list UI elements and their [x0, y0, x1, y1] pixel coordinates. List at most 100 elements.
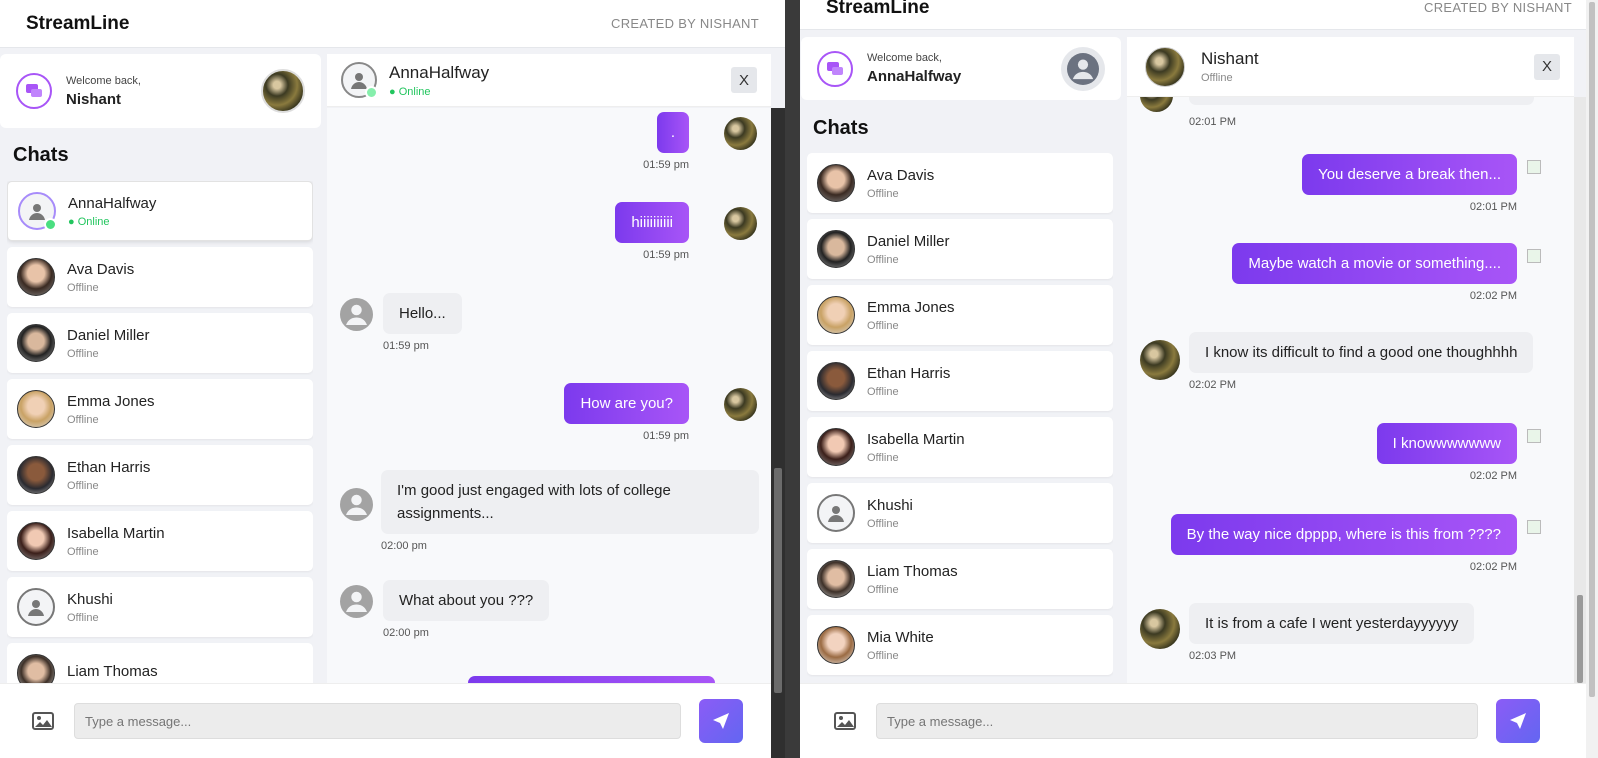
contact-name: Isabella Martin	[867, 430, 965, 448]
contact-avatar	[817, 362, 855, 400]
image-upload-icon[interactable]	[30, 710, 56, 732]
message-time: 01:59 pm	[643, 430, 689, 442]
contact-name: Daniel Miller	[67, 326, 150, 344]
contact-status: Offline	[867, 319, 899, 332]
contact-item-liam-thomas[interactable]: Liam Thomas Offline	[807, 549, 1113, 609]
contact-avatar	[17, 258, 55, 296]
scrollbar-thumb[interactable]	[1577, 595, 1583, 683]
contact-name: Ethan Harris	[67, 458, 151, 476]
message-incoming: I know its difficult to find a good one …	[1189, 332, 1534, 391]
welcome-card: Welcome back, Nishant	[0, 54, 321, 128]
contact-item-liam-thomas[interactable]: Liam Thomas	[7, 643, 313, 683]
contact-item-khushi[interactable]: Khushi Offline	[807, 483, 1113, 543]
online-indicator	[365, 86, 378, 99]
send-button[interactable]	[699, 699, 743, 743]
contact-avatar	[817, 428, 855, 466]
contact-item-ethan-harris[interactable]: Ethan Harris Offline	[7, 445, 313, 505]
contact-name: Liam Thomas	[67, 662, 158, 680]
message-input-bar	[0, 683, 771, 758]
close-chat-button[interactable]: X	[1534, 53, 1560, 80]
contact-status: Offline	[867, 253, 899, 266]
contact-item-isabella-martin[interactable]: Isabella Martin Offline	[7, 511, 313, 571]
chat-scrollbar[interactable]	[1574, 97, 1586, 683]
brand-logo[interactable]: StreamLine	[826, 0, 929, 19]
message-input[interactable]	[876, 703, 1478, 739]
message-bubble: Maybe watch a movie or something....	[1232, 243, 1517, 284]
contact-item-daniel-miller[interactable]: Daniel Miller Offline	[7, 313, 313, 373]
message-outgoing: How are you? 01:59 pm	[564, 383, 689, 442]
message-incoming: Hello... 01:59 pm	[383, 293, 462, 352]
contact-item-mia-white[interactable]: Mia White Offline	[807, 615, 1113, 675]
contact-name: Ava Davis	[867, 166, 935, 184]
message-time: 02:02 PM	[1469, 561, 1517, 573]
message-outgoing: Maybe watch a movie or something.... 02:…	[1232, 243, 1517, 302]
contact-name: Ava Davis	[67, 260, 135, 278]
contact-status: Offline	[867, 385, 899, 398]
online-indicator	[44, 218, 57, 231]
contact-status: Offline	[67, 347, 99, 360]
contact-name: Daniel Miller	[867, 232, 950, 250]
contact-item-ethan-harris[interactable]: Ethan Harris Offline	[807, 351, 1113, 411]
sender-avatar	[1140, 97, 1173, 112]
chat-header: AnnaHalfway ● Online X	[327, 54, 771, 107]
message-input[interactable]	[74, 703, 681, 739]
contact-item-emma-jones[interactable]: Emma Jones Offline	[807, 285, 1113, 345]
message-time: 02:00 pm	[381, 540, 427, 552]
sender-avatar	[1140, 609, 1180, 649]
contact-avatar	[17, 654, 55, 683]
user-avatar[interactable]	[1061, 46, 1105, 91]
chat-app-icon	[16, 73, 52, 109]
contact-status: Offline	[67, 479, 99, 492]
left-browser-pane: StreamLine CREATED BY NISHANT Welcome ba…	[0, 0, 785, 758]
image-upload-icon[interactable]	[832, 710, 858, 732]
message-bubble: .	[656, 112, 689, 153]
contact-avatar	[17, 522, 55, 560]
right-browser-pane: StreamLine CREATED BY NISHANT Welcome ba…	[800, 0, 1598, 758]
contact-name: Isabella Martin	[67, 524, 165, 542]
broken-image-icon	[1527, 429, 1541, 443]
scrollbar-thumb[interactable]	[1589, 2, 1595, 697]
contact-name: Emma Jones	[867, 298, 955, 316]
message-bubble: hiiiiiiiiii	[615, 202, 689, 243]
page-scrollbar[interactable]	[1586, 0, 1598, 758]
contact-avatar	[17, 390, 55, 428]
default-avatar-icon	[340, 585, 373, 618]
contact-status: Offline	[67, 545, 99, 558]
contact-avatar	[17, 456, 55, 494]
message-bubble: I knowwwwwww	[1376, 423, 1517, 464]
message-bubble: I'm good just engaged with lots of colle…	[381, 470, 759, 534]
message-time: 02:03 PM	[1189, 650, 1237, 662]
contact-item-khushi[interactable]: Khushi Offline	[7, 577, 313, 637]
broken-image-icon	[1527, 249, 1541, 263]
contact-item-isabella-martin[interactable]: Isabella Martin Offline	[807, 417, 1113, 477]
message-bubble: Hello...	[383, 293, 462, 334]
welcome-card: Welcome back, AnnaHalfway	[801, 37, 1121, 100]
top-bar: StreamLine CREATED BY NISHANT	[800, 0, 1598, 30]
scrollbar[interactable]	[771, 108, 785, 758]
contact-item-ava-davis[interactable]: Ava Davis Offline	[7, 247, 313, 307]
brand-logo[interactable]: StreamLine	[26, 13, 129, 35]
contact-name: Ethan Harris	[867, 364, 951, 382]
message-incoming: 02:01 PM	[1189, 97, 1534, 128]
message-bubble	[1189, 97, 1534, 105]
send-icon	[1510, 713, 1526, 729]
contact-item-emma-jones[interactable]: Emma Jones Offline	[7, 379, 313, 439]
scrollbar-thumb[interactable]	[774, 468, 782, 693]
message-outgoing: You deserve a break then... 02:01 PM	[1302, 154, 1517, 213]
contact-status: ● Online	[68, 215, 110, 228]
send-button[interactable]	[1496, 699, 1540, 743]
chats-heading: Chats	[13, 144, 69, 166]
contact-list: Ava Davis Offline Daniel Miller Offline Em…	[807, 153, 1113, 683]
sender-avatar	[724, 117, 757, 150]
close-chat-button[interactable]: X	[731, 67, 757, 93]
contact-item-ava-davis[interactable]: Ava Davis Offline	[807, 153, 1113, 213]
contact-item-annahalfway[interactable]: AnnaHalfway ● Online	[7, 181, 313, 241]
default-avatar-icon	[341, 62, 378, 99]
message-bubble: You deserve a break then...	[1302, 154, 1517, 195]
contact-item-daniel-miller[interactable]: Daniel Miller Offline	[807, 219, 1113, 279]
contact-name: Mia White	[867, 628, 934, 646]
user-avatar[interactable]	[261, 69, 305, 113]
message-bubble: What about you ???	[383, 580, 550, 621]
message-outgoing: hiiiiiiiiii 01:59 pm	[615, 202, 689, 261]
contact-avatar	[817, 230, 855, 268]
